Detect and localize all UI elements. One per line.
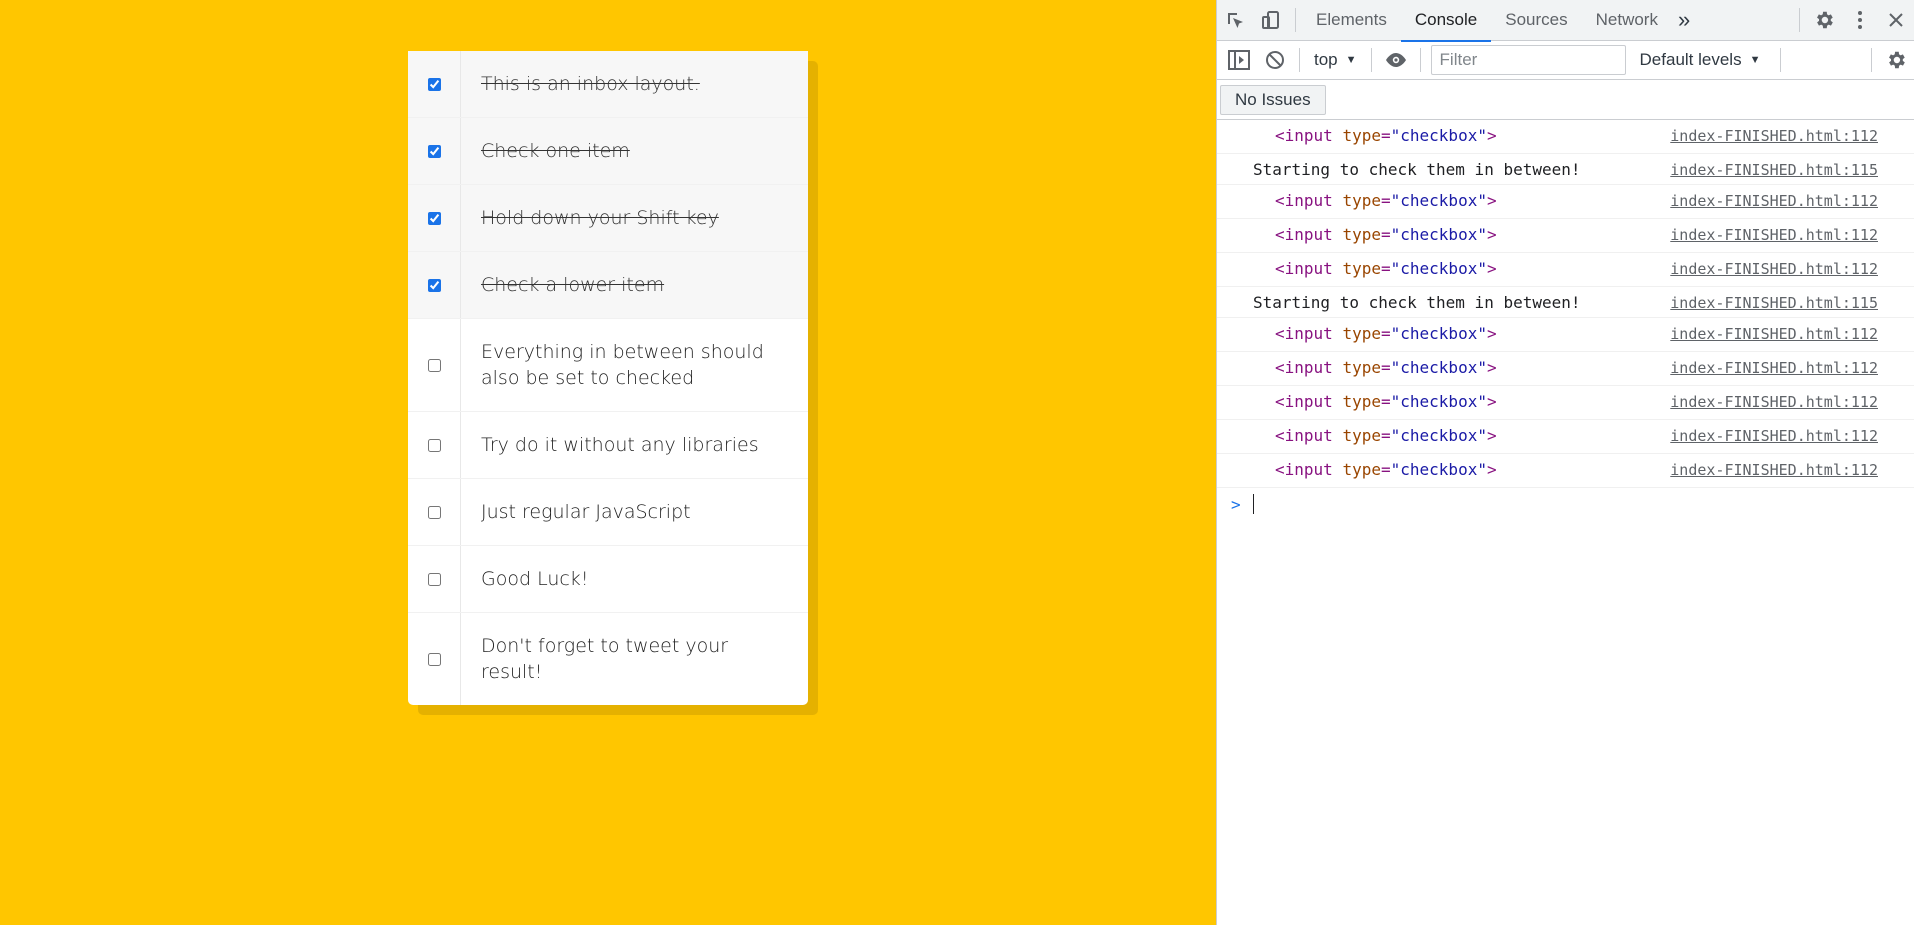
more-tabs-button[interactable]: » (1672, 0, 1696, 41)
prompt-chevron-icon: > (1231, 494, 1241, 514)
item-checkbox[interactable] (427, 438, 441, 452)
item-label: Check a lower item (481, 274, 665, 296)
no-issues-button[interactable]: No Issues (1220, 84, 1326, 115)
inbox-checklist: This is an inbox layout. Check one item … (408, 51, 808, 705)
source-link[interactable]: index-FINISHED.html:115 (1670, 160, 1878, 179)
context-selector[interactable]: top ▼ (1306, 50, 1365, 70)
console-entry: <input type="checkbox"> index-FINISHED.h… (1217, 386, 1914, 420)
item-checkbox[interactable] (427, 211, 441, 225)
tab-elements[interactable]: Elements (1302, 0, 1401, 41)
checklist-item[interactable]: Don't forget to tweet your result! (408, 613, 808, 705)
item-label: This is an inbox layout. (481, 73, 700, 95)
item-label: Try do it without any libraries (481, 434, 759, 456)
live-expression-eye-icon[interactable] (1378, 40, 1414, 81)
console-entry: <input type="checkbox"> index-FINISHED.h… (1217, 219, 1914, 253)
item-checkbox[interactable] (427, 652, 441, 666)
console-entry: Starting to check them in between! index… (1217, 154, 1914, 185)
checklist-item[interactable]: Hold down your Shift key (408, 185, 808, 252)
console-prompt[interactable]: > (1217, 488, 1914, 520)
checklist-item[interactable]: This is an inbox layout. (408, 51, 808, 118)
item-checkbox[interactable] (427, 358, 441, 372)
inspect-element-icon[interactable] (1217, 0, 1253, 41)
issues-bar: No Issues (1217, 80, 1914, 120)
filter-input[interactable] (1430, 45, 1626, 75)
console-entry: Starting to check them in between! index… (1217, 287, 1914, 318)
text-cursor (1252, 494, 1254, 514)
checklist-item[interactable]: Try do it without any libraries (408, 412, 808, 479)
item-label: Hold down your Shift key (481, 207, 719, 229)
checklist-item[interactable]: Check one item (408, 118, 808, 185)
item-checkbox[interactable] (427, 572, 441, 586)
context-label: top (1314, 50, 1338, 69)
source-link[interactable]: index-FINISHED.html:115 (1670, 293, 1878, 312)
close-icon[interactable] (1878, 0, 1914, 41)
checklist-item[interactable]: Everything in between should also be set… (408, 319, 808, 412)
log-levels-label: Default levels (1639, 50, 1742, 69)
devtools-tabbar: Elements Console Sources Network » (1217, 0, 1914, 42)
console-entry: <input type="checkbox"> index-FINISHED.h… (1217, 352, 1914, 386)
source-link[interactable]: index-FINISHED.html:112 (1670, 324, 1878, 343)
tab-sources[interactable]: Sources (1491, 0, 1581, 41)
source-link[interactable]: index-FINISHED.html:112 (1670, 259, 1878, 278)
log-levels-dropdown[interactable]: Default levels ▼ (1626, 50, 1775, 70)
source-link[interactable]: index-FINISHED.html:112 (1670, 392, 1878, 411)
item-checkbox[interactable] (427, 77, 441, 91)
item-label: Just regular JavaScript (481, 501, 691, 523)
item-label: Don't forget to tweet your result! (481, 635, 729, 683)
checklist-item[interactable]: Just regular JavaScript (408, 479, 808, 546)
kebab-menu-icon[interactable] (1842, 0, 1878, 41)
sidebar-toggle-icon[interactable] (1221, 40, 1257, 81)
console-entry: <input type="checkbox"> index-FINISHED.h… (1217, 120, 1914, 154)
page-viewport: This is an inbox layout. Check one item … (0, 0, 1216, 925)
source-link[interactable]: index-FINISHED.html:112 (1670, 460, 1878, 479)
source-link[interactable]: index-FINISHED.html:112 (1670, 358, 1878, 377)
clear-console-icon[interactable] (1257, 40, 1293, 81)
item-checkbox[interactable] (427, 144, 441, 158)
devtools-panel: Elements Console Sources Network » top ▼… (1216, 0, 1914, 925)
console-entry: <input type="checkbox"> index-FINISHED.h… (1217, 253, 1914, 287)
source-link[interactable]: index-FINISHED.html:112 (1670, 225, 1878, 244)
settings-gear-icon[interactable] (1806, 0, 1842, 41)
source-link[interactable]: index-FINISHED.html:112 (1670, 126, 1878, 145)
item-checkbox[interactable] (427, 505, 441, 519)
console-entry: <input type="checkbox"> index-FINISHED.h… (1217, 454, 1914, 488)
source-link[interactable]: index-FINISHED.html:112 (1670, 426, 1878, 445)
checklist-item[interactable]: Check a lower item (408, 252, 808, 319)
caret-down-icon: ▼ (1749, 54, 1761, 66)
item-label: Everything in between should also be set… (481, 341, 764, 389)
console-entry: <input type="checkbox"> index-FINISHED.h… (1217, 318, 1914, 352)
source-link[interactable]: index-FINISHED.html:112 (1670, 191, 1878, 210)
item-checkbox[interactable] (427, 278, 441, 292)
console-output: <input type="checkbox"> index-FINISHED.h… (1217, 120, 1914, 520)
device-toolbar-icon[interactable] (1253, 0, 1289, 41)
console-toolbar: top ▼ Default levels ▼ (1217, 41, 1914, 80)
item-label: Check one item (481, 140, 630, 162)
tab-console[interactable]: Console (1400, 0, 1492, 42)
tab-network[interactable]: Network (1582, 0, 1672, 41)
item-label: Good Luck! (481, 568, 589, 590)
checklist-item[interactable]: Good Luck! (408, 546, 808, 613)
console-settings-gear-icon[interactable] (1878, 40, 1914, 81)
caret-down-icon: ▼ (1345, 54, 1357, 66)
console-entry: <input type="checkbox"> index-FINISHED.h… (1217, 185, 1914, 219)
console-entry: <input type="checkbox"> index-FINISHED.h… (1217, 420, 1914, 454)
